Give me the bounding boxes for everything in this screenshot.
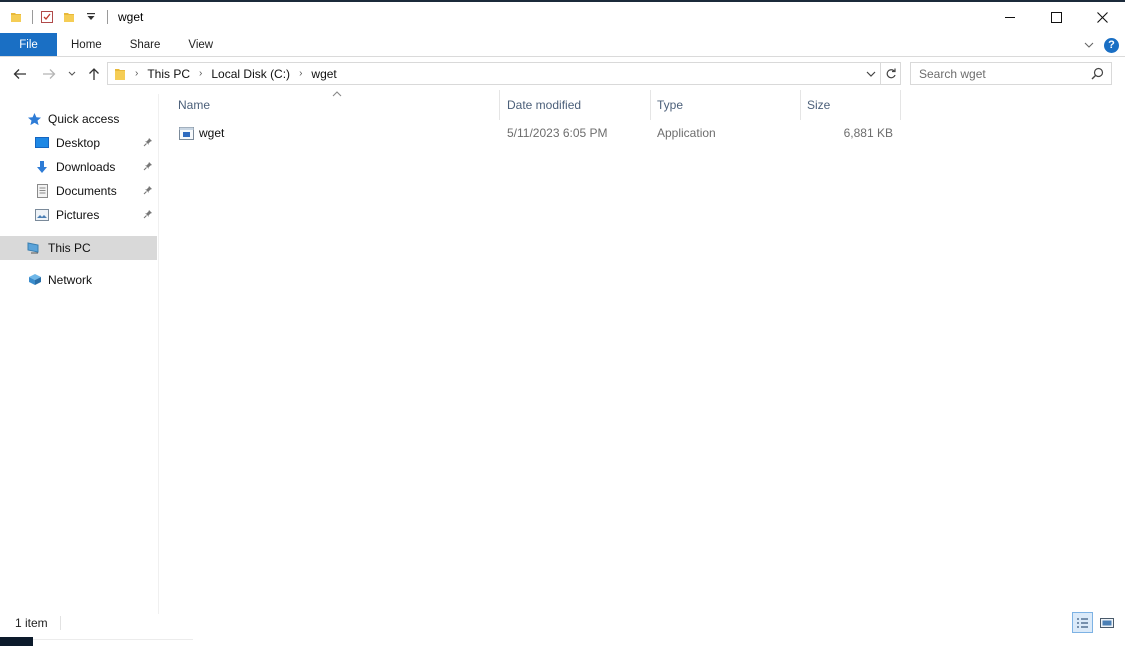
expand-ribbon-icon[interactable]	[1084, 38, 1094, 52]
desktop-icon	[34, 135, 50, 151]
navigation-pane: Quick access Desktop Downloads Documents…	[0, 94, 158, 604]
back-arrow-icon	[13, 69, 26, 79]
star-icon	[26, 111, 42, 127]
properties-icon[interactable]	[39, 9, 55, 25]
pin-icon[interactable]	[143, 136, 153, 150]
search-icon[interactable]	[1091, 67, 1104, 83]
nav-label: This PC	[48, 241, 91, 255]
nav-label: Documents	[56, 184, 117, 198]
breadcrumb-chevron-icon: ›	[135, 68, 139, 79]
breadcrumb-local-disk[interactable]: Local Disk (C:)	[211, 67, 290, 81]
pictures-icon	[34, 207, 50, 223]
tab-view[interactable]: View	[174, 33, 227, 56]
column-header-date-modified[interactable]: Date modified	[499, 92, 649, 118]
file-date-cell: 5/11/2023 6:05 PM	[507, 126, 608, 140]
navigation-bar: › This PC › Local Disk (C:) › wget Searc…	[0, 62, 1125, 86]
quick-access-toolbar: wget	[0, 2, 143, 32]
details-view-button[interactable]	[1072, 612, 1093, 633]
close-button[interactable]	[1079, 2, 1125, 32]
pin-icon[interactable]	[143, 208, 153, 222]
maximize-icon	[1050, 11, 1062, 23]
up-button[interactable]	[85, 62, 103, 86]
nav-label: Desktop	[56, 136, 101, 150]
refresh-button[interactable]	[881, 62, 901, 85]
close-icon	[1096, 11, 1108, 23]
window-title: wget	[118, 10, 144, 24]
breadcrumb-this-pc[interactable]: This PC	[147, 67, 190, 81]
search-input[interactable]: Search wget	[910, 62, 1112, 85]
nav-label: Quick access	[48, 112, 120, 126]
nav-desktop[interactable]: Desktop	[0, 131, 157, 155]
computer-icon	[26, 240, 42, 256]
tab-share[interactable]: Share	[116, 33, 175, 56]
customize-toolbar-dropdown-icon[interactable]	[83, 9, 99, 25]
breadcrumb-wget[interactable]: wget	[311, 67, 336, 81]
ribbon-right-controls: ?	[1084, 35, 1119, 55]
tab-home[interactable]: Home	[57, 33, 116, 56]
status-divider	[60, 616, 61, 630]
folder-icon	[114, 67, 126, 81]
ribbon-tabs: File Home Share View ?	[0, 33, 1125, 57]
new-folder-icon[interactable]	[61, 9, 77, 25]
nav-label: Pictures	[56, 208, 100, 222]
file-type-cell: Application	[657, 126, 716, 140]
view-switcher	[1072, 612, 1117, 633]
address-dropdown-icon[interactable]	[866, 67, 876, 84]
nav-quick-access[interactable]: Quick access	[0, 107, 157, 131]
recent-locations-button[interactable]	[65, 62, 79, 86]
window-controls	[987, 2, 1125, 32]
documents-icon	[34, 183, 50, 199]
breadcrumb-chevron-icon[interactable]: ›	[299, 68, 302, 79]
file-name: wget	[199, 126, 225, 140]
column-header-type[interactable]: Type	[649, 92, 799, 118]
nav-pictures[interactable]: Pictures	[0, 203, 157, 227]
details-view-icon	[1077, 617, 1088, 628]
network-icon	[26, 272, 42, 288]
toolbar-separator	[107, 10, 108, 24]
back-button[interactable]	[10, 62, 30, 86]
tab-file[interactable]: File	[0, 33, 57, 56]
large-icons-view-icon	[1099, 617, 1114, 628]
breadcrumb-chevron-icon[interactable]: ›	[199, 68, 202, 79]
file-explorer-window: wget File Home Share View ? › This PC › …	[0, 0, 1125, 646]
column-divider[interactable]	[900, 90, 901, 120]
forward-button[interactable]	[39, 62, 59, 86]
nav-network[interactable]: Network	[0, 268, 157, 292]
nav-downloads[interactable]: Downloads	[0, 155, 157, 179]
minimize-icon	[1005, 17, 1015, 18]
table-row[interactable]: wget 5/11/2023 6:05 PM Application 6,881…	[170, 120, 900, 146]
pin-icon[interactable]	[143, 184, 153, 198]
nav-label: Network	[48, 273, 93, 287]
download-arrow-icon	[34, 159, 50, 175]
address-bar[interactable]: › This PC › Local Disk (C:) › wget	[107, 62, 881, 85]
chevron-down-icon	[68, 71, 76, 76]
application-icon	[179, 126, 194, 140]
search-placeholder: Search wget	[919, 66, 986, 81]
column-header-size[interactable]: Size	[799, 92, 899, 118]
large-icons-view-button[interactable]	[1096, 612, 1117, 633]
bottom-divider	[33, 639, 193, 640]
maximize-button[interactable]	[1033, 2, 1079, 32]
file-size-cell: 6,881 KB	[843, 126, 893, 140]
forward-arrow-icon	[43, 69, 56, 79]
pin-icon[interactable]	[143, 160, 153, 174]
item-count: 1 item	[15, 616, 48, 630]
help-icon[interactable]: ?	[1104, 37, 1119, 53]
up-arrow-icon	[89, 68, 99, 80]
folder-icon	[8, 9, 24, 25]
minimize-button[interactable]	[987, 2, 1033, 32]
pane-divider[interactable]	[158, 94, 159, 614]
column-header-name[interactable]: Name	[170, 92, 499, 118]
nav-label: Downloads	[56, 160, 116, 174]
nav-this-pc[interactable]: This PC	[0, 236, 157, 260]
status-bar: 1 item	[0, 612, 1125, 634]
file-name-cell[interactable]: wget	[179, 120, 479, 146]
nav-documents[interactable]: Documents	[0, 179, 157, 203]
title-bar: wget	[0, 2, 1125, 32]
taskbar-edge	[0, 637, 33, 646]
refresh-icon	[886, 68, 896, 78]
toolbar-separator	[32, 10, 33, 24]
